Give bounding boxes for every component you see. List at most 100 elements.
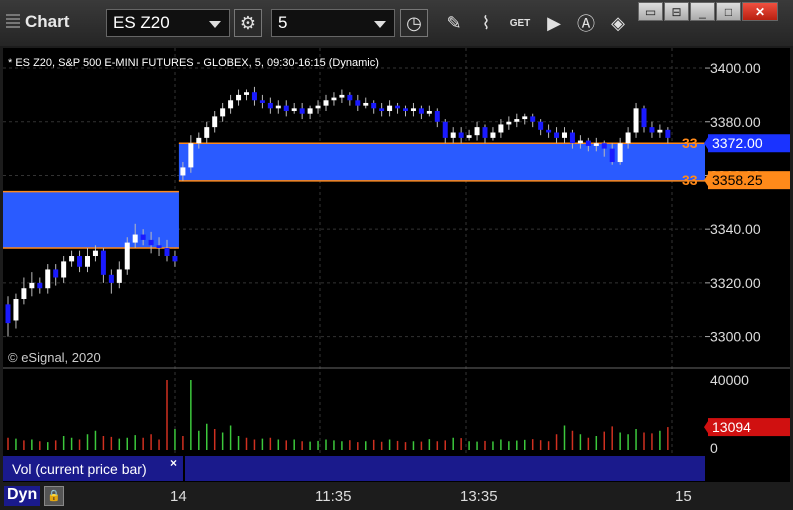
candle-body xyxy=(236,94,242,101)
grip-icon[interactable] xyxy=(6,14,20,30)
time-label: 14 xyxy=(170,488,187,505)
candle-body xyxy=(331,97,337,101)
candle-body xyxy=(546,129,552,133)
candle-body xyxy=(577,140,583,144)
price-tick-label: 3300.00 xyxy=(710,329,761,345)
candle-body xyxy=(212,116,218,128)
candle-body xyxy=(506,121,512,125)
zone-price-label: 33 xyxy=(682,135,698,151)
candle-body xyxy=(275,105,281,109)
minimize-icon[interactable]: _ xyxy=(690,2,715,21)
candle-body xyxy=(315,105,321,109)
candle-body xyxy=(538,121,544,130)
interval-combo[interactable]: 5 xyxy=(271,9,395,37)
candle-body xyxy=(379,108,385,112)
candle-body xyxy=(482,127,488,138)
candle-body xyxy=(363,102,369,106)
support-zone xyxy=(178,143,705,181)
candle-body xyxy=(164,247,170,257)
lock-icon[interactable]: 🔒 xyxy=(44,486,64,506)
time-label: 15 xyxy=(675,488,692,505)
maximize-icon[interactable]: □ xyxy=(716,2,741,21)
price-tick-label: 3380.00 xyxy=(710,114,761,130)
candle-body xyxy=(196,137,202,144)
annotation-a-icon[interactable]: Ⓐ xyxy=(572,9,600,37)
candle-body xyxy=(85,256,90,267)
candle-body xyxy=(244,92,249,95)
time-label: 11:35 xyxy=(315,488,352,505)
candle-body xyxy=(283,105,289,112)
study-bar xyxy=(185,456,705,481)
settings-gear-icon[interactable]: ⚙ xyxy=(234,9,262,37)
plot-background xyxy=(3,48,705,482)
candle-body xyxy=(466,135,472,138)
study-icon[interactable]: ⌇ xyxy=(472,9,500,37)
window-title: Chart xyxy=(25,12,70,31)
price-tick-label: 3400.00 xyxy=(710,60,761,76)
candle-body xyxy=(418,108,424,114)
volume-tick-label: 0 xyxy=(710,440,718,456)
candle-body xyxy=(45,269,51,289)
candle-body xyxy=(530,116,536,122)
candle-body xyxy=(188,143,194,168)
title-bar: Chart ES Z20 ⚙ 5 ◷ ✎ ⌇ GET ▶ Ⓐ ◈ ▭ ⊟ _ □… xyxy=(0,0,793,46)
pencil-icon[interactable]: ✎ xyxy=(440,9,468,37)
price-tag-label: 3372.00 xyxy=(712,135,763,151)
candle-body xyxy=(633,108,639,133)
chart-header: * ES Z20, S&P 500 E-MINI FUTURES - GLOBE… xyxy=(8,57,379,69)
chevron-down-icon[interactable] xyxy=(209,21,221,28)
candle-body xyxy=(124,242,130,270)
candle-body xyxy=(92,250,98,257)
candle-body xyxy=(442,121,448,138)
candle-body xyxy=(77,256,83,267)
close-study-icon[interactable]: × xyxy=(170,456,177,470)
candle-body xyxy=(458,132,464,138)
time-label: 13:35 xyxy=(460,488,498,505)
candle-body xyxy=(569,132,575,144)
candle-body xyxy=(490,132,496,138)
candle-body xyxy=(323,100,329,106)
chevron-down-icon[interactable] xyxy=(374,21,386,28)
candle-body xyxy=(5,304,11,324)
candle-body xyxy=(355,100,361,106)
restore-icon[interactable]: ⊟ xyxy=(664,2,689,21)
candle-body xyxy=(180,167,186,176)
candle-body xyxy=(641,108,647,128)
drawing-diamond-icon[interactable]: ◈ xyxy=(604,9,632,37)
candle-body xyxy=(220,108,226,117)
candle-body xyxy=(61,261,67,278)
candle-body xyxy=(108,274,114,283)
candle-body xyxy=(617,143,623,163)
chart-area[interactable]: 3400.003380.003360.003340.003320.003300.… xyxy=(0,46,793,483)
candle-body xyxy=(21,288,27,299)
candle-body xyxy=(395,105,401,109)
zone-price-label: 33 xyxy=(682,172,698,188)
candle-body xyxy=(13,298,19,321)
candle-body xyxy=(514,119,520,122)
candle-body xyxy=(172,256,178,262)
close-icon[interactable]: ✕ xyxy=(742,2,778,21)
interval-value: 5 xyxy=(278,13,288,32)
price-tick-label: 3320.00 xyxy=(710,275,761,291)
dyn-button[interactable]: Dyn xyxy=(4,486,41,506)
candle-body xyxy=(593,143,599,146)
clock-icon[interactable]: ◷ xyxy=(400,9,428,37)
play-icon[interactable]: ▶ xyxy=(540,9,568,37)
symbol-value: ES Z20 xyxy=(113,13,170,32)
candle-body xyxy=(116,269,122,283)
copyright-text: © eSignal, 2020 xyxy=(8,350,101,365)
candle-body xyxy=(140,234,146,240)
candle-body xyxy=(291,108,297,112)
pin-icon[interactable]: ▭ xyxy=(638,2,663,21)
candle-body xyxy=(148,239,154,246)
candle-body xyxy=(267,102,273,109)
volume-tick-label: 40000 xyxy=(710,372,749,388)
study-label: Vol (current price bar) xyxy=(12,461,147,477)
candle-body xyxy=(625,132,631,144)
candle-body xyxy=(53,269,59,278)
candle-body xyxy=(498,124,504,133)
get-icon[interactable]: GET xyxy=(506,9,534,37)
symbol-combo[interactable]: ES Z20 xyxy=(106,9,230,37)
candle-body xyxy=(410,108,416,112)
candle-body xyxy=(339,94,345,98)
